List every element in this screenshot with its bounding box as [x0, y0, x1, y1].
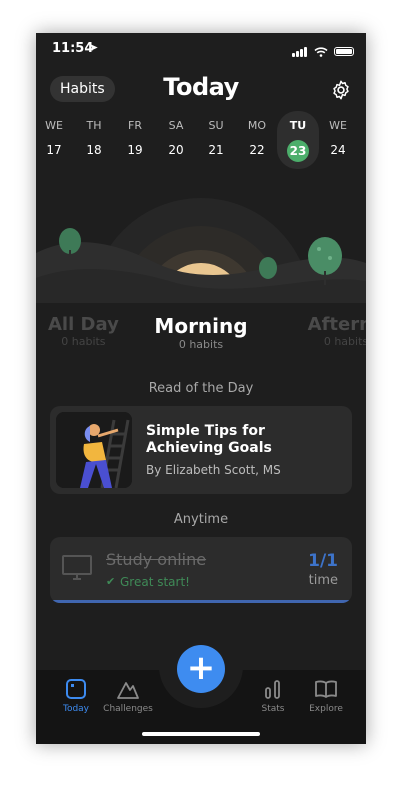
habit-message: Great start! — [120, 575, 190, 589]
calendar-dow: SU — [208, 119, 224, 132]
read-of-day-card[interactable]: Simple Tips for Achieving Goals By Eliza… — [50, 406, 352, 494]
calendar-dow: MO — [247, 119, 267, 132]
calendar-day-selected[interactable]: TU 23 — [277, 111, 319, 169]
calendar-dow: WE — [329, 119, 347, 132]
habit-progress-bar — [50, 600, 352, 603]
explore-icon — [315, 680, 337, 698]
calendar-date: 22 — [249, 143, 265, 157]
calendar-date: 19 — [127, 143, 143, 157]
calendar-date: 24 — [330, 143, 346, 157]
habit-card[interactable]: Study online ✔ Great start! 1/1 time — [50, 537, 352, 603]
status-icons — [292, 42, 354, 61]
signal-icon — [292, 42, 308, 61]
monitor-icon — [62, 555, 92, 580]
calendar-date: 17 — [46, 143, 62, 157]
location-arrow-icon: ➤ — [89, 41, 99, 54]
status-time: 11:54 — [52, 41, 94, 56]
stats-icon — [265, 680, 280, 699]
today-icon — [66, 679, 86, 699]
article-title: Simple Tips for Achieving Goals — [146, 423, 272, 456]
calendar-dow: FR — [128, 119, 142, 132]
habit-unit: time — [308, 573, 338, 588]
article-illustration — [56, 412, 132, 488]
calendar-dow: WE — [45, 119, 63, 132]
read-of-day-label: Read of the Day — [148, 381, 254, 396]
calendar-day[interactable]: MO 22 — [237, 115, 277, 157]
calendar-day[interactable]: WE 24 — [318, 115, 358, 157]
status-bar: 11:54 ➤ — [36, 33, 366, 65]
checkmark-icon: ✔ — [106, 575, 116, 588]
calendar-day[interactable]: SU 21 — [196, 115, 236, 157]
time-of-day-count: 0 habits — [323, 335, 366, 348]
add-habit-button[interactable]: + — [177, 645, 225, 693]
calendar-dow: SA — [168, 119, 184, 132]
sunrise-illustration — [36, 198, 366, 303]
anytime-label: Anytime — [173, 512, 229, 527]
calendar-date: 20 — [168, 143, 184, 157]
calendar-dow: TU — [289, 119, 307, 132]
calendar-day[interactable]: SA 20 — [156, 115, 196, 157]
habit-name: Study online — [106, 550, 207, 569]
calendar-date: 18 — [86, 143, 102, 157]
calendar-day[interactable]: FR 19 — [115, 115, 155, 157]
article-author: By Elizabeth Scott, MS — [146, 463, 281, 477]
tab-label: Challenges — [103, 704, 153, 714]
calendar-dow: TH — [86, 119, 102, 132]
time-of-day-afternoon[interactable]: Afterno 0 habits — [296, 314, 366, 348]
wifi-icon — [314, 46, 328, 57]
app-screen: 11:54 ➤ Habits Today WE 17 TH 18 FR 19 S… — [36, 33, 366, 744]
tab-label: Explore — [309, 704, 343, 714]
tab-challenges[interactable]: Challenges — [93, 678, 163, 714]
gear-icon[interactable] — [330, 79, 352, 101]
habit-progress-count: 1/1 — [308, 551, 338, 571]
calendar-day[interactable]: TH 18 — [74, 115, 114, 157]
time-of-day-name: Afterno — [307, 314, 366, 335]
home-indicator[interactable] — [142, 732, 260, 736]
tab-explore[interactable]: Explore — [291, 678, 361, 714]
week-calendar: WE 17 TH 18 FR 19 SA 20 SU 21 MO 22 TU 2… — [36, 111, 366, 173]
calendar-day[interactable]: WE 17 — [36, 115, 74, 157]
calendar-date: 23 — [287, 140, 309, 162]
battery-icon — [334, 47, 354, 56]
challenges-icon — [117, 682, 139, 699]
page-title: Today — [163, 73, 239, 101]
calendar-date: 21 — [208, 143, 224, 157]
